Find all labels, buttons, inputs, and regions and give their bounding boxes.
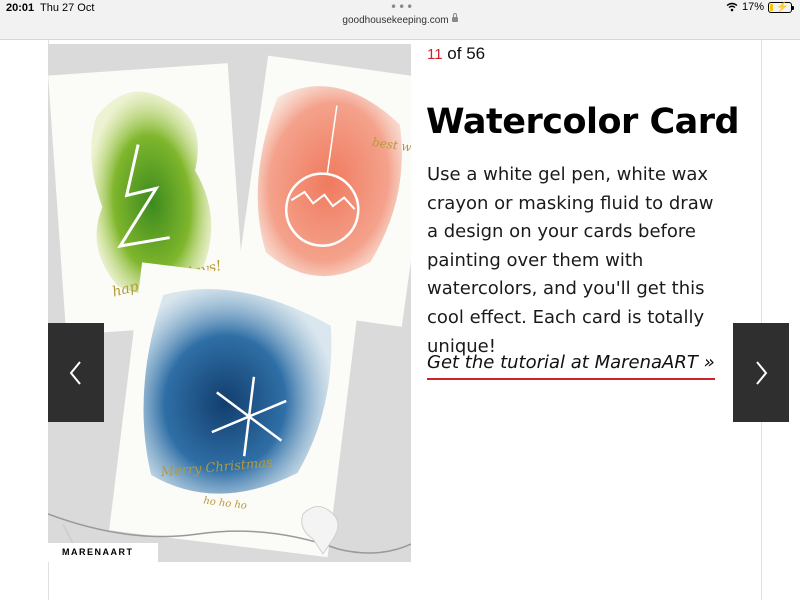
- browser-status-bar: 20:01 Thu 27 Oct ••• goodhousekeeping.co…: [0, 0, 800, 40]
- url-text: goodhousekeeping.com: [342, 15, 449, 26]
- status-time: 20:01: [6, 2, 35, 14]
- charging-bolt-icon: ⚡: [776, 1, 789, 13]
- slide-image: happy holidays! best wishes Merry Christ…: [48, 44, 411, 562]
- slide-title: Watercolor Card: [426, 102, 740, 142]
- next-slide-button[interactable]: [733, 323, 789, 422]
- wifi-icon: [726, 2, 738, 12]
- slide-current-number: 11: [427, 46, 443, 63]
- chevron-right-icon: [756, 360, 768, 385]
- tab-options-icon[interactable]: •••: [390, 1, 414, 13]
- battery-percentage: 17%: [741, 1, 764, 13]
- address-bar[interactable]: goodhousekeeping.com: [0, 13, 800, 26]
- status-indicators: 17% ⚡: [726, 1, 794, 13]
- status-date: Thu 27 Oct: [40, 2, 95, 14]
- slide-total: of 56: [442, 44, 486, 63]
- lock-icon: [451, 13, 458, 22]
- battery-icon: ⚡: [768, 1, 794, 13]
- watercolor-cards-photo: happy holidays! best wishes Merry Christ…: [48, 44, 411, 562]
- slide-counter: 11 of 56: [427, 44, 485, 64]
- slide-description: Use a white gel pen, white wax crayon or…: [427, 164, 714, 357]
- chevron-left-icon: [69, 360, 81, 385]
- previous-slide-button[interactable]: [48, 323, 104, 422]
- battery-level: [770, 3, 774, 11]
- photo-credit: MARENAART: [48, 543, 158, 562]
- tutorial-link[interactable]: Get the tutorial at MarenaART »: [427, 351, 715, 380]
